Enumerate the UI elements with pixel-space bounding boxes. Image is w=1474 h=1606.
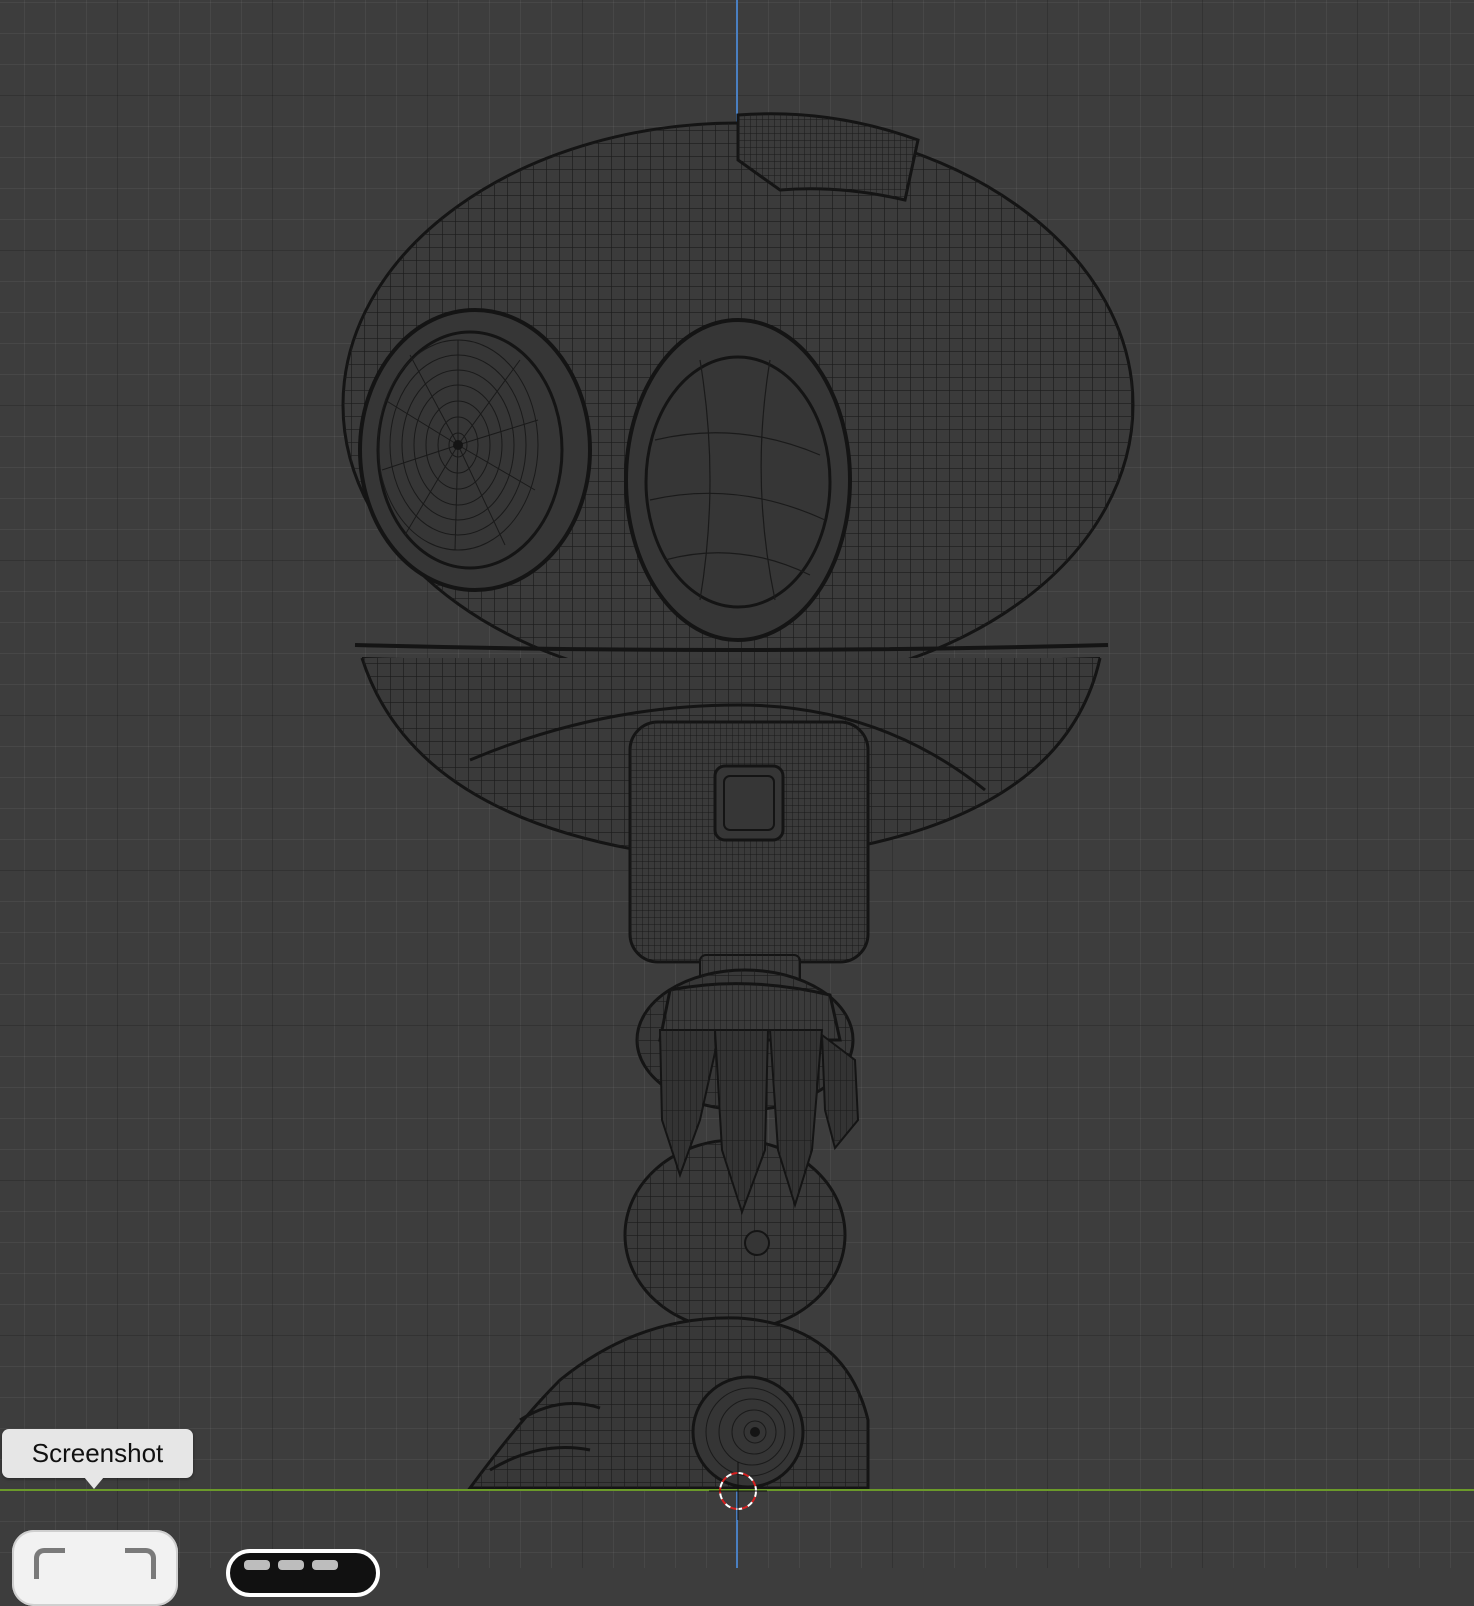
screenshot-tooltip: Screenshot — [2, 1429, 193, 1478]
thumbnail-detail — [244, 1560, 270, 1570]
screenshot-button[interactable] — [12, 1530, 178, 1606]
thumbnail-detail — [278, 1560, 304, 1570]
screenshot-frame-icon-right — [125, 1548, 156, 1579]
tooltip-arrow — [84, 1477, 104, 1489]
robot-foot — [467, 1316, 870, 1490]
screenshot-frame-icon — [34, 1548, 65, 1579]
tooltip-label: Screenshot — [31, 1438, 164, 1468]
scene-canvas — [0, 0, 1474, 1568]
thumbnail-detail — [312, 1560, 338, 1570]
screenshot-thumbnail[interactable] — [226, 1549, 380, 1597]
3d-viewport[interactable] — [0, 0, 1474, 1568]
robot-torso — [628, 720, 870, 964]
